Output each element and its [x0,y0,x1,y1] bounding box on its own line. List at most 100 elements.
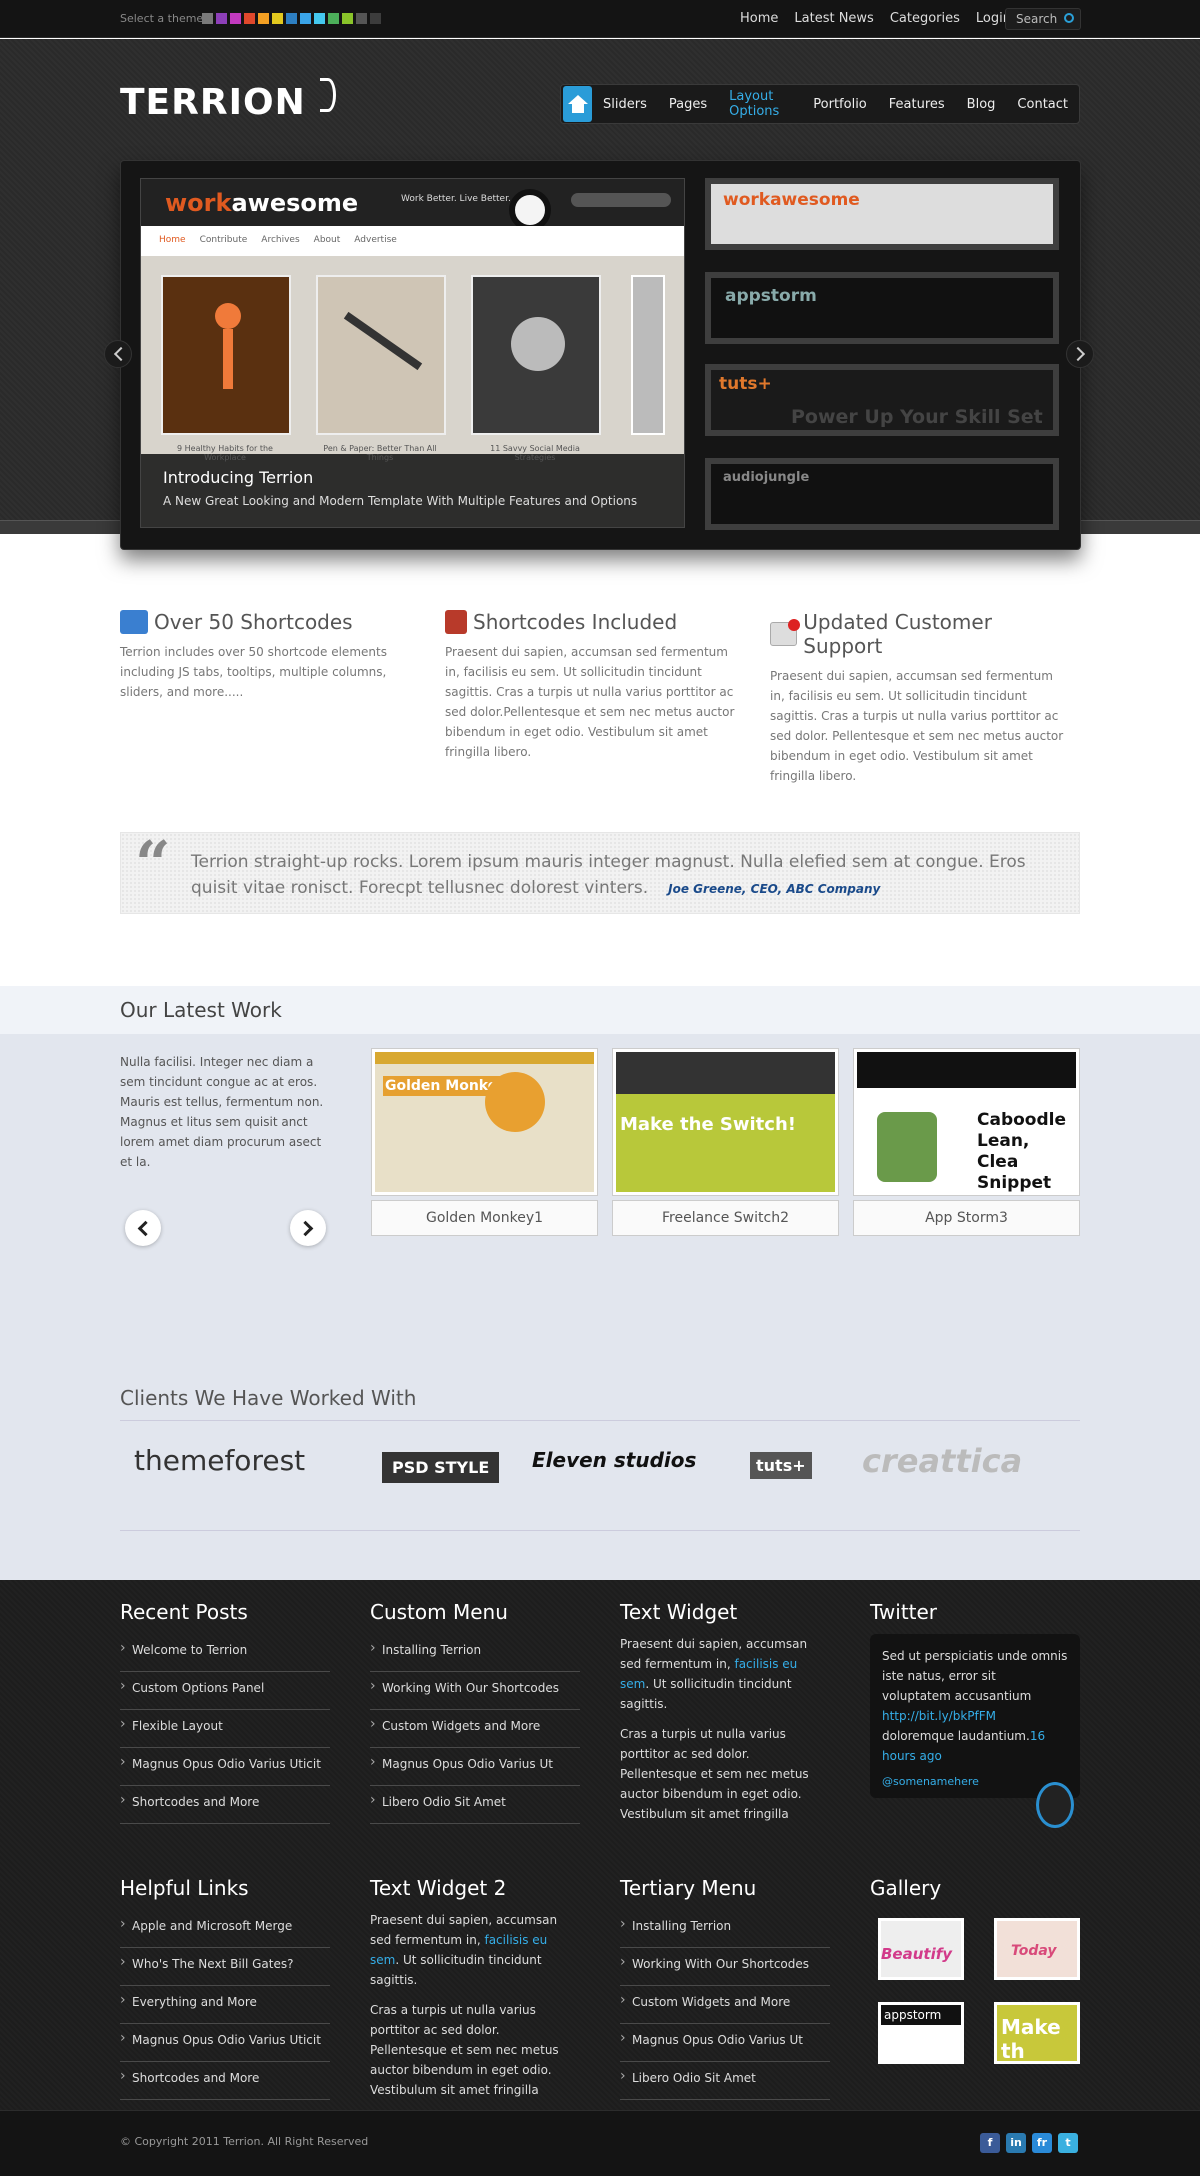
footer-link[interactable]: Custom Widgets and More [620,1986,830,2024]
theme-selector-label: Select a theme [120,12,204,25]
work-label[interactable]: Golden Monkey1 [371,1200,598,1236]
footer-heading: Twitter [870,1600,938,1624]
work-prev-arrow-icon[interactable] [125,1210,161,1246]
top-nav-latest-news[interactable]: Latest News [794,11,873,26]
footer-link[interactable]: Who's The Next Bill Gates? [120,1948,330,1986]
footer-link[interactable]: Installing Terrion [620,1910,830,1948]
footer-heading: Custom Menu [370,1600,508,1624]
search-input[interactable]: Search [1005,8,1081,30]
latest-work-title: Our Latest Work [120,998,282,1022]
footer-link[interactable]: Working With Our Shortcodes [370,1672,580,1710]
theme-swatch[interactable] [202,13,213,24]
top-nav-home[interactable]: Home [740,11,778,26]
gallery-thumb[interactable]: appstorm [878,2002,964,2064]
footer-link[interactable]: Custom Widgets and More [370,1710,580,1748]
theme-swatch[interactable] [216,13,227,24]
footer-heading: Text Widget [620,1600,738,1624]
slider-thumb-tuts[interactable]: tuts+ Power Up Your Skill Set [705,364,1059,436]
slider-thumb-appstorm[interactable]: appstorm [705,272,1059,344]
slider-thumb-workawesome[interactable]: workawesome [705,178,1059,250]
client-logo-tuts[interactable]: tuts+ [750,1452,812,1479]
nav-layout-options[interactable]: Layout Options [718,89,802,119]
nav-blog[interactable]: Blog [956,97,1007,112]
theme-swatch[interactable] [272,13,283,24]
book-icon [445,610,467,634]
footer-link[interactable]: Everything and More [120,1986,330,2024]
footer-link[interactable]: Apple and Microsoft Merge [120,1910,330,1948]
footer-link[interactable]: Working With Our Shortcodes [620,1948,830,1986]
thumb-caption: Pen & Paper: Better Than All Things [323,444,437,462]
footer-link[interactable]: Flexible Layout [120,1710,330,1748]
nav-contact[interactable]: Contact [1006,97,1079,112]
gallery-thumb[interactable]: Today [994,1918,1080,1980]
footer-link[interactable]: Shortcodes and More [120,1786,330,1824]
gallery-thumb[interactable]: Make th [994,2002,1080,2064]
slider-next-arrow-icon[interactable] [1066,340,1094,368]
twitter-icon[interactable]: t [1058,2133,1078,2153]
linkedin-icon[interactable]: in [1006,2133,1026,2153]
footer-heading: Recent Posts [120,1600,248,1624]
nav-pages[interactable]: Pages [658,97,718,112]
client-logo-eleven-studios[interactable]: Eleven studios [532,1448,696,1472]
footer-link[interactable]: Magnus Opus Odio Varius Uticit [120,1748,330,1786]
feature-title: Shortcodes Included [445,610,745,634]
footer-tertiary-menu: Tertiary Menu Installing Terrion Working… [620,1876,830,2100]
slide-main-image[interactable]: workawesome Work Better. Live Better. Ho… [140,178,685,528]
footer-link[interactable]: Welcome to Terrion [120,1634,330,1672]
gallery-thumb[interactable]: Beautify [878,1918,964,1980]
footer-twitter: Twitter Sed ut perspiciatis unde omnis i… [870,1600,1080,1798]
slider-prev-arrow-icon[interactable] [104,340,132,368]
footer-recent-posts: Recent Posts Welcome to Terrion Custom O… [120,1600,330,1824]
footer-link[interactable]: Magnus Opus Odio Varius Ut [370,1748,580,1786]
theme-swatch[interactable] [286,13,297,24]
feature-title: Updated Customer Support [770,610,1070,658]
theme-swatch[interactable] [300,13,311,24]
footer-link[interactable]: Libero Odio Sit Amet [620,2062,830,2100]
slide-side-buttons [631,275,665,435]
theme-swatch[interactable] [258,13,269,24]
theme-swatch[interactable] [244,13,255,24]
nav-sliders[interactable]: Sliders [592,97,658,112]
work-next-arrow-icon[interactable] [290,1210,326,1246]
footer-link[interactable]: Shortcodes and More [120,2062,330,2100]
nav-features[interactable]: Features [878,97,956,112]
site-logo[interactable]: TERRION [120,82,306,123]
home-icon [567,95,588,113]
footer-link[interactable]: Magnus Opus Odio Varius Uticit [120,2024,330,2062]
slide-site-search [571,193,671,207]
tweet-link[interactable]: http://bit.ly/bkPfFM [882,1709,996,1723]
work-item-2[interactable]: Make the Switch! [612,1048,839,1196]
theme-swatch[interactable] [342,13,353,24]
theme-swatch[interactable] [356,13,367,24]
search-icon[interactable] [1064,13,1074,23]
work-item-1[interactable]: Golden Monkeys [371,1048,598,1196]
thumb-title: tuts+ [719,374,772,394]
work-item-3[interactable]: Caboodle Lean, Clea Snippet [853,1048,1080,1196]
facebook-icon[interactable]: f [980,2133,1000,2153]
footer-link[interactable]: Custom Options Panel [120,1672,330,1710]
footer-link[interactable]: Libero Odio Sit Amet [370,1786,580,1824]
nav-portfolio[interactable]: Portfolio [802,97,877,112]
footer-link[interactable]: Installing Terrion [370,1634,580,1672]
client-logo-psdstyle[interactable]: PSD STYLE [382,1452,500,1483]
copyright-bar: © Copyright 2011 Terrion. All Right Rese… [0,2110,1200,2176]
theme-swatch[interactable] [314,13,325,24]
work-label[interactable]: Freelance Switch2 [612,1200,839,1236]
flickr-icon[interactable]: fr [1032,2133,1052,2153]
footer-link[interactable]: Magnus Opus Odio Varius Ut [620,2024,830,2062]
client-logo-themeforest[interactable]: themeforest [134,1444,305,1477]
theme-swatch[interactable] [328,13,339,24]
testimonial-text: Terrion straight-up rocks. Lorem ipsum m… [191,852,1026,898]
top-nav-categories[interactable]: Categories [890,11,960,26]
feature-body: Praesent dui sapien, accumsan sed fermen… [445,645,735,759]
feature-included: Shortcodes Included Praesent dui sapien,… [445,610,745,762]
work-label[interactable]: App Storm3 [853,1200,1080,1236]
tweet-box: Sed ut perspiciatis unde omnis iste natu… [870,1634,1080,1798]
nav-home-button[interactable] [563,86,593,122]
latest-work-intro: Nulla facilisi. Integer nec diam a sem t… [120,1055,324,1169]
theme-swatch[interactable] [230,13,241,24]
client-logo-creattica[interactable]: creattica [862,1442,1022,1480]
footer-custom-menu: Custom Menu Installing Terrion Working W… [370,1600,580,1824]
theme-swatch[interactable] [370,13,381,24]
slider-thumb-audiojungle[interactable]: audiojungle [705,458,1059,530]
